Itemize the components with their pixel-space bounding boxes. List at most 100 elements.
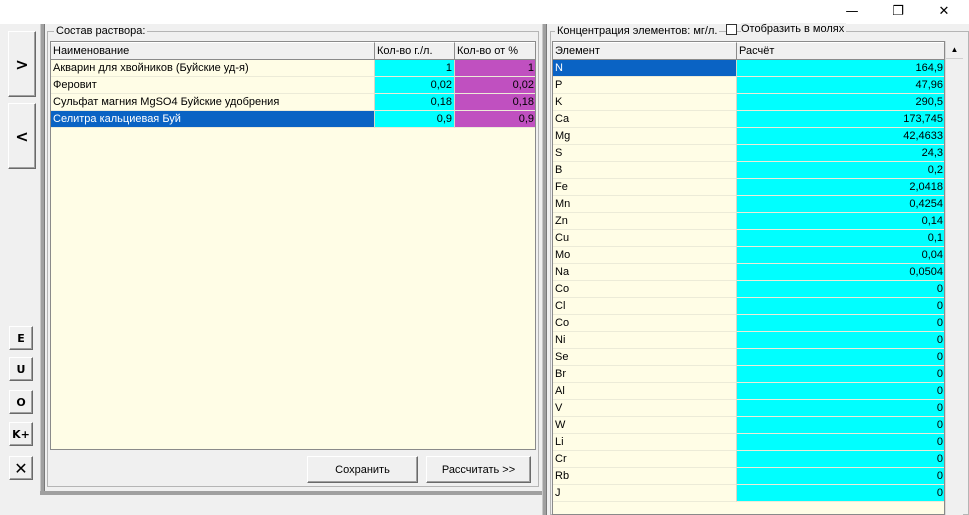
calculate-button[interactable]: Рассчитать >>: [426, 456, 531, 483]
element-value: 0: [737, 281, 944, 298]
element-row[interactable]: Co 0: [553, 315, 944, 332]
bottom-splitter[interactable]: [40, 491, 542, 495]
element-symbol: Ca: [553, 111, 737, 128]
element-value: 0,04: [737, 247, 944, 264]
element-row[interactable]: Mg 42,4633: [553, 128, 944, 145]
element-value: 0: [737, 485, 944, 502]
column-header-element[interactable]: Элемент: [553, 42, 737, 60]
moles-checkbox-label[interactable]: Отобразить в молях: [741, 23, 847, 36]
center-splitter[interactable]: [542, 24, 547, 515]
column-header-calculation[interactable]: Расчёт: [737, 42, 944, 60]
element-value: 290,5: [737, 94, 944, 111]
element-row[interactable]: Co 0: [553, 281, 944, 298]
element-row[interactable]: Cr 0: [553, 451, 944, 468]
remove-ingredient-button[interactable]: <: [8, 103, 36, 169]
element-row[interactable]: Fe 2,0418: [553, 179, 944, 196]
element-row[interactable]: Se 0: [553, 349, 944, 366]
solution-grid-header: Наименование Кол-во г./л. Кол-во от %: [51, 42, 535, 60]
element-value: 0,1: [737, 230, 944, 247]
element-row[interactable]: P 47,96: [553, 77, 944, 94]
solution-grid[interactable]: Наименование Кол-во г./л. Кол-во от % Ак…: [50, 41, 536, 450]
element-symbol: Fe: [553, 179, 737, 196]
concentration-grid[interactable]: Элемент Расчёт N 164,9 P 47,96 K 290,5 Ca 173,7…: [552, 41, 945, 515]
add-ingredient-button[interactable]: >: [8, 31, 36, 97]
ingredient-name: Селитра кальциевая Буй: [51, 111, 375, 128]
column-header-grams[interactable]: Кол-во г./л.: [375, 42, 455, 60]
delete-x-button[interactable]: ✕: [9, 456, 33, 480]
element-symbol: Ni: [553, 332, 737, 349]
element-symbol: K: [553, 94, 737, 111]
ingredient-percent[interactable]: 0,9: [455, 111, 535, 128]
save-button[interactable]: Сохранить: [307, 456, 418, 483]
element-symbol: P: [553, 77, 737, 94]
element-row[interactable]: V0: [553, 400, 944, 417]
element-symbol: Rb: [553, 468, 737, 485]
element-symbol: J: [553, 485, 737, 502]
ingredient-percent[interactable]: 0,02: [455, 77, 535, 94]
restore-button[interactable]: ❐: [875, 0, 921, 22]
column-header-name[interactable]: Наименование: [51, 42, 375, 60]
solution-row[interactable]: Акварин для хвойников (Буйские уд-я) 1 1: [51, 60, 535, 77]
element-value: 0: [737, 434, 944, 451]
ingredient-percent[interactable]: 1: [455, 60, 535, 77]
e-button[interactable]: E: [9, 326, 33, 350]
k-plus-button[interactable]: K+: [9, 422, 33, 446]
concentration-group-title: Концентрация элементов: мг/л.: [555, 25, 720, 37]
element-value: 164,9: [737, 60, 944, 77]
element-symbol: Cl: [553, 298, 737, 315]
element-value: 24,3: [737, 145, 944, 162]
element-row[interactable]: Li 0: [553, 434, 944, 451]
element-symbol: B: [553, 162, 737, 179]
left-splitter[interactable]: [40, 24, 45, 491]
element-value: 0: [737, 298, 944, 315]
element-symbol: Li: [553, 434, 737, 451]
solution-row[interactable]: Феровит 0,02 0,02: [51, 77, 535, 94]
o-button[interactable]: O: [9, 390, 33, 414]
element-row[interactable]: B 0,2: [553, 162, 944, 179]
scroll-up-arrow[interactable]: ▲: [946, 41, 963, 59]
minimize-button[interactable]: —: [829, 0, 875, 22]
ingredient-grams[interactable]: 0,18: [375, 94, 455, 111]
element-row[interactable]: Br 0: [553, 366, 944, 383]
element-row[interactable]: J0: [553, 485, 944, 502]
element-row[interactable]: Na 0,0504: [553, 264, 944, 281]
ingredient-name: Акварин для хвойников (Буйские уд-я): [51, 60, 375, 77]
close-button[interactable]: ✕: [921, 0, 967, 22]
element-row[interactable]: W0: [553, 417, 944, 434]
element-row[interactable]: Ca 173,745: [553, 111, 944, 128]
element-row[interactable]: S 24,3: [553, 145, 944, 162]
element-row[interactable]: Cu 0,1: [553, 230, 944, 247]
ingredient-percent[interactable]: 0,18: [455, 94, 535, 111]
ingredient-grams[interactable]: 0,9: [375, 111, 455, 128]
element-value: 173,745: [737, 111, 944, 128]
element-row[interactable]: Al 0: [553, 383, 944, 400]
moles-checkbox[interactable]: [726, 24, 737, 35]
element-symbol: Zn: [553, 213, 737, 230]
element-value: 0,14: [737, 213, 944, 230]
ingredient-grams[interactable]: 0,02: [375, 77, 455, 94]
u-button[interactable]: U: [9, 357, 33, 381]
element-row[interactable]: Ni 0: [553, 332, 944, 349]
element-row[interactable]: Mn 0,4254: [553, 196, 944, 213]
element-value: 0: [737, 315, 944, 332]
element-row[interactable]: Rb 0: [553, 468, 944, 485]
ingredient-grams[interactable]: 1: [375, 60, 455, 77]
element-row[interactable]: K 290,5: [553, 94, 944, 111]
element-symbol: Mo: [553, 247, 737, 264]
element-value: 0: [737, 400, 944, 417]
element-symbol: V: [553, 400, 737, 417]
element-row[interactable]: Cl 0: [553, 298, 944, 315]
solution-row[interactable]: Сульфат магния MgSO4 Буйские удобрения 0…: [51, 94, 535, 111]
element-row[interactable]: N 164,9: [553, 60, 944, 77]
concentration-grid-header: Элемент Расчёт: [553, 42, 944, 60]
element-value: 0: [737, 332, 944, 349]
concentration-scrollbar[interactable]: ▲: [945, 41, 963, 515]
element-row[interactable]: Zn 0,14: [553, 213, 944, 230]
element-value: 0: [737, 383, 944, 400]
element-value: 0,2: [737, 162, 944, 179]
element-row[interactable]: Mo 0,04: [553, 247, 944, 264]
solution-row-selected[interactable]: Селитра кальциевая Буй 0,9 0,9: [51, 111, 535, 128]
column-header-percent[interactable]: Кол-во от %: [455, 42, 535, 60]
element-symbol: Se: [553, 349, 737, 366]
concentration-title: Концентрация элементов: мг/л.: [557, 25, 718, 37]
